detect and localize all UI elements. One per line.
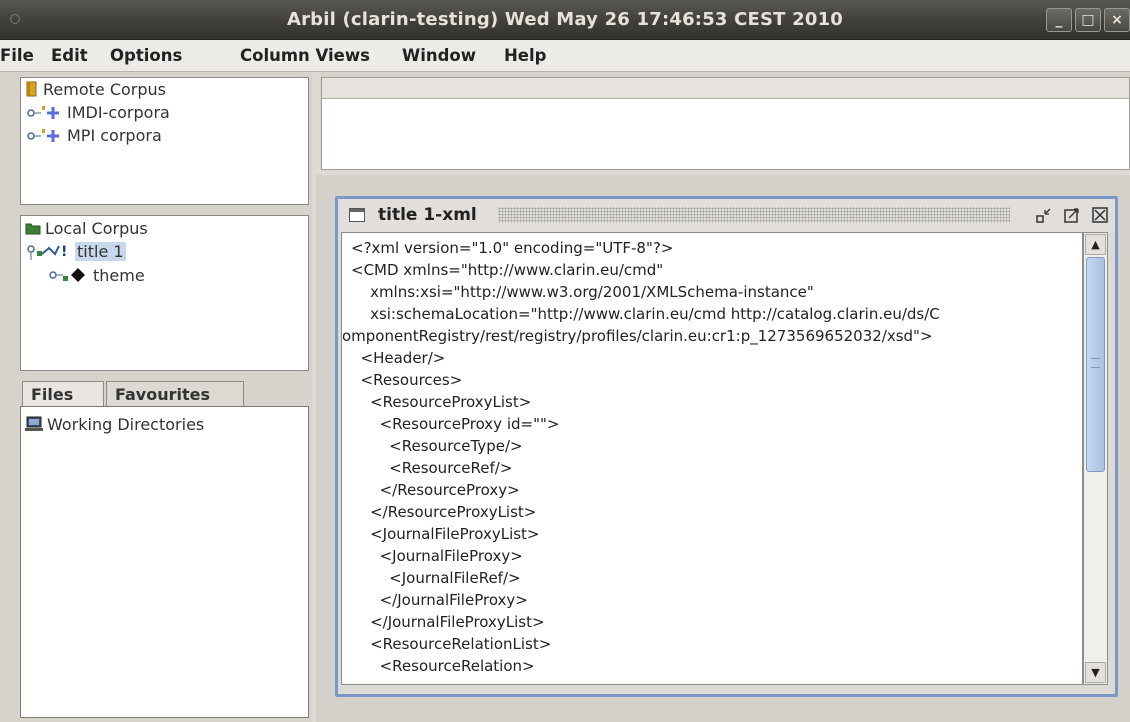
xml-line: xsi:schemaLocation="http://www.clarin.eu… [351, 305, 940, 323]
xml-internal-window: title 1-xml <?xml version="1.0" encoding… [335, 196, 1118, 697]
tree-node-theme[interactable]: theme [49, 266, 145, 285]
table-area[interactable] [321, 77, 1130, 170]
remote-corpus-tree[interactable]: Remote Corpus IMDI-corpora MPI corpora [20, 77, 309, 205]
menu-help[interactable]: Help [504, 46, 546, 65]
tree-node-remote-corpus[interactable]: Remote Corpus [25, 80, 166, 99]
xml-line: xmlns:xsi="http://www.w3.org/2001/XMLSch… [351, 283, 814, 301]
scroll-down-button[interactable]: ▼ [1085, 662, 1106, 683]
xml-vertical-scrollbar[interactable]: ▲ ▼ [1083, 232, 1108, 685]
tree-node-label: MPI corpora [67, 126, 162, 145]
window-title: Arbil (clarin-testing) Wed May 26 17:46:… [286, 9, 844, 30]
scroll-thumb[interactable] [1086, 257, 1105, 472]
menu-options[interactable]: Options [110, 46, 182, 65]
xml-window-title-bar[interactable]: title 1-xml [338, 199, 1115, 232]
scroll-up-button[interactable]: ▲ [1085, 234, 1106, 255]
computer-icon [25, 416, 43, 431]
xml-line: <ResourceRef/> [351, 459, 513, 477]
xml-line: <ResourceRelationList> [351, 635, 552, 653]
minimize-button[interactable]: _ [1046, 8, 1072, 32]
menu-edit[interactable]: Edit [51, 46, 88, 65]
files-tree[interactable]: Working Directories [20, 406, 309, 718]
xml-line: </JournalFileProxyList> [351, 613, 545, 631]
menu-column-views[interactable]: Column Views [240, 46, 370, 65]
xml-line: omponentRegistry/rest/registry/profiles/… [342, 327, 933, 345]
xml-line: <?xml version="1.0" encoding="UTF-8"?> [351, 239, 674, 257]
title-bar-pattern [498, 207, 1010, 223]
table-header-strip [322, 78, 1129, 99]
xml-line: <ResourceProxy id=""> [351, 415, 560, 433]
window-title-bar[interactable]: Arbil (clarin-testing) Wed May 26 17:46:… [0, 0, 1130, 40]
tab-files[interactable]: Files [22, 381, 104, 406]
menu-window[interactable]: Window [402, 46, 476, 65]
book-icon [26, 81, 37, 97]
tree-node-label: theme [93, 266, 145, 285]
local-corpus-tree[interactable]: Local Corpus ! title 1 theme [20, 215, 309, 371]
xml-line: </JournalFileProxy> [351, 591, 528, 609]
tree-node-label: title 1 [75, 242, 126, 261]
xml-line: <ResourceRelation> [351, 657, 535, 675]
xml-line: <ResourceProxyList> [351, 393, 532, 411]
xml-line: <JournalFileRef/> [351, 569, 521, 587]
xml-line: <Header/> [351, 349, 446, 367]
svg-text:!: ! [61, 244, 67, 260]
tree-node-imdi-corpora[interactable]: IMDI-corpora [27, 103, 170, 122]
folder-icon [25, 223, 41, 235]
xml-line: <JournalFileProxy> [351, 547, 523, 565]
metadata-node-icon [49, 268, 85, 282]
xml-line: </ResourceProxy> [351, 481, 520, 499]
tab-favourites[interactable]: Favourites [106, 381, 244, 406]
iconify-icon[interactable] [1035, 206, 1053, 224]
maximize-button[interactable]: □ [1075, 8, 1101, 32]
xml-text-area[interactable]: <?xml version="1.0" encoding="UTF-8"?> <… [341, 232, 1083, 685]
close-button[interactable]: × [1104, 8, 1130, 32]
tree-node-label: Working Directories [47, 415, 205, 434]
xml-line: <CMD xmlns="http://www.clarin.eu/cmd" [351, 261, 664, 279]
tree-node-label: Remote Corpus [43, 80, 166, 99]
menu-bar: File Edit Options Column Views Window He… [0, 40, 1130, 72]
xml-line: <ResourceType/> [351, 437, 523, 455]
xml-line: <Resources> [351, 371, 463, 389]
scroll-thumb-grip [1091, 358, 1100, 368]
tree-node-label: IMDI-corpora [67, 103, 170, 122]
tree-node-mpi-corpora[interactable]: MPI corpora [27, 126, 162, 145]
xml-window-title: title 1-xml [378, 205, 483, 225]
xml-line: </ResourceProxyList> [351, 503, 537, 521]
menu-file[interactable]: File [0, 46, 34, 65]
tree-node-working-directories[interactable]: Working Directories [25, 415, 204, 434]
corpus-node-icon [27, 106, 59, 119]
close-icon[interactable] [1091, 206, 1109, 224]
window-icon [349, 208, 365, 222]
maximize-icon[interactable] [1063, 206, 1081, 224]
tree-node-title-1[interactable]: ! title 1 [27, 242, 126, 261]
xml-line: <JournalFileProxyList> [351, 525, 540, 543]
tree-node-label: Local Corpus [45, 219, 148, 238]
cmdi-node-icon: ! [27, 244, 67, 260]
corpus-node-icon [27, 129, 59, 142]
tree-node-local-corpus[interactable]: Local Corpus [25, 219, 148, 238]
